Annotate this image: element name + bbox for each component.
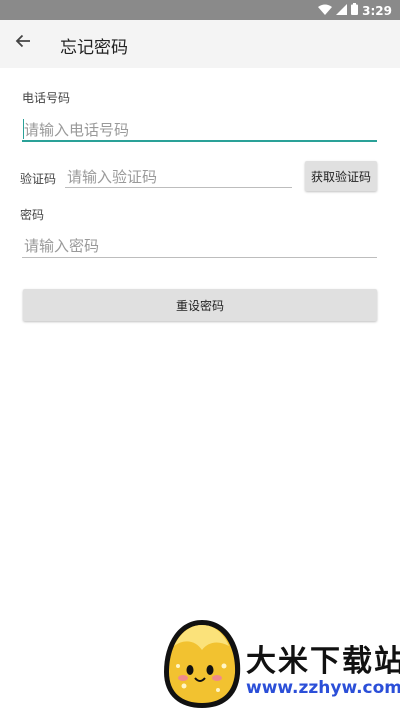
password-input-underline	[22, 257, 377, 258]
back-arrow-icon	[15, 33, 31, 53]
page-title: 忘记密码	[60, 38, 128, 58]
cell-signal-icon	[336, 3, 348, 18]
code-label: 验证码	[20, 172, 57, 186]
phone-input-underline	[22, 140, 377, 142]
status-time: 3:29	[362, 3, 392, 18]
wifi-icon	[318, 4, 333, 18]
status-icons: 3:29	[318, 3, 392, 18]
code-input-underline	[65, 187, 292, 188]
back-button[interactable]	[10, 30, 36, 56]
password-label: 密码	[20, 208, 45, 222]
watermark: 大米下载站 www.zzhyw.com	[150, 614, 400, 710]
status-bar: 3:29	[0, 0, 400, 20]
code-input[interactable]	[67, 166, 289, 188]
get-code-button[interactable]: 获取验证码	[305, 161, 377, 191]
reset-password-button[interactable]: 重设密码	[23, 289, 377, 321]
phone-input[interactable]	[24, 119, 374, 141]
password-input[interactable]	[24, 235, 374, 257]
phone-input-cursor	[23, 119, 24, 139]
watermark-url: www.zzhyw.com	[246, 678, 400, 698]
battery-icon	[351, 3, 359, 18]
rice-mascot-logo	[164, 620, 241, 708]
watermark-name: 大米下载站	[246, 644, 400, 679]
app-bar: 忘记密码	[0, 20, 400, 68]
phone-label: 电话号码	[22, 91, 71, 105]
